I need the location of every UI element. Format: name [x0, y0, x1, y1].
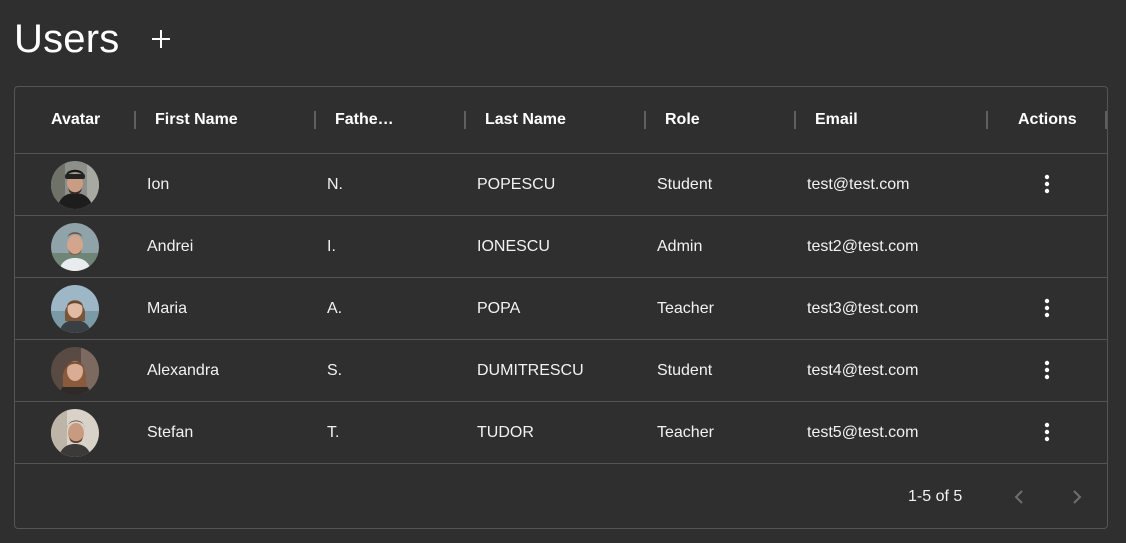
users-page: Users Avatar First Name Fathe… Last Name… [0, 0, 1126, 543]
row-actions-button[interactable] [1032, 355, 1062, 385]
cell-email: test2@test.com [807, 237, 919, 255]
column-separator[interactable] [464, 111, 466, 129]
more-vertical-icon [1044, 360, 1050, 380]
page-title: Users [14, 17, 120, 61]
table-row[interactable]: Stefan T. TUDOR Teacher test5@test.com [15, 402, 1107, 464]
cell-father-initial: T. [327, 423, 340, 441]
cell-first-name: Alexandra [147, 361, 220, 379]
table-footer: 1-5 of 5 [15, 465, 1107, 528]
cell-email: test@test.com [807, 175, 910, 193]
table-row[interactable]: Ion N. POPESCU Student test@test.com [15, 154, 1107, 216]
row-actions-button[interactable] [1032, 169, 1062, 199]
cell-father-initial: S. [327, 361, 343, 379]
avatar [51, 285, 99, 333]
cell-first-name: Maria [147, 299, 188, 317]
chevron-left-icon [1014, 490, 1023, 504]
cell-last-name: POPESCU [477, 175, 556, 193]
column-separator[interactable] [794, 111, 796, 129]
column-header-first-name[interactable]: First Name [155, 87, 238, 153]
cell-email: test4@test.com [807, 361, 919, 379]
cell-first-name: Andrei [147, 237, 194, 255]
column-header-role[interactable]: Role [665, 87, 700, 153]
cell-role: Student [657, 361, 713, 379]
column-header-avatar[interactable]: Avatar [51, 87, 100, 153]
table-row[interactable]: Andrei I. IONESCU Admin test2@test.com [15, 216, 1107, 278]
table-row[interactable]: Maria A. POPA Teacher test3@test.com [15, 278, 1107, 340]
column-header-last-name[interactable]: Last Name [485, 87, 566, 153]
cell-role: Student [657, 175, 713, 193]
row-actions-button[interactable] [1032, 417, 1062, 447]
cell-role: Admin [657, 237, 703, 255]
column-separator[interactable] [1105, 111, 1107, 129]
row-actions-button[interactable] [1032, 293, 1062, 323]
more-vertical-icon [1044, 422, 1050, 442]
column-separator[interactable] [314, 111, 316, 129]
column-header-actions: Actions [1018, 111, 1077, 128]
pagination-label: 1-5 of 5 [908, 487, 963, 505]
table-row[interactable]: Alexandra S. DUMITRESCU Student test4@te… [15, 340, 1107, 402]
previous-page-button[interactable] [1004, 482, 1034, 512]
cell-role: Teacher [657, 299, 714, 317]
avatar [51, 347, 99, 395]
column-separator[interactable] [644, 111, 646, 129]
avatar [51, 161, 99, 209]
cell-first-name: Stefan [147, 423, 194, 441]
cell-last-name: POPA [477, 299, 521, 317]
column-header-father-initial[interactable]: Fathe… [335, 87, 394, 153]
cell-last-name: TUDOR [477, 423, 534, 441]
column-separator[interactable] [134, 111, 136, 129]
cell-father-initial: A. [327, 299, 343, 317]
column-header-email[interactable]: Email [815, 87, 858, 153]
cell-email: test5@test.com [807, 423, 919, 441]
more-vertical-icon [1044, 174, 1050, 194]
cell-first-name: Ion [147, 175, 170, 193]
avatar [51, 409, 99, 457]
avatar [51, 223, 99, 271]
add-user-button[interactable] [145, 23, 177, 55]
more-vertical-icon [1044, 298, 1050, 318]
cell-email: test3@test.com [807, 299, 919, 317]
plus-icon [152, 30, 171, 48]
cell-role: Teacher [657, 423, 714, 441]
cell-last-name: IONESCU [477, 237, 550, 255]
cell-father-initial: I. [327, 237, 336, 255]
next-page-button[interactable] [1062, 482, 1092, 512]
cell-last-name: DUMITRESCU [477, 361, 584, 379]
table-header: Avatar First Name Fathe… Last Name Role … [15, 87, 1107, 154]
cell-father-initial: N. [327, 175, 343, 193]
chevron-right-icon [1073, 490, 1082, 504]
page-header: Users [14, 12, 177, 66]
column-separator[interactable] [986, 111, 988, 129]
users-table: Avatar First Name Fathe… Last Name Role … [14, 86, 1108, 529]
